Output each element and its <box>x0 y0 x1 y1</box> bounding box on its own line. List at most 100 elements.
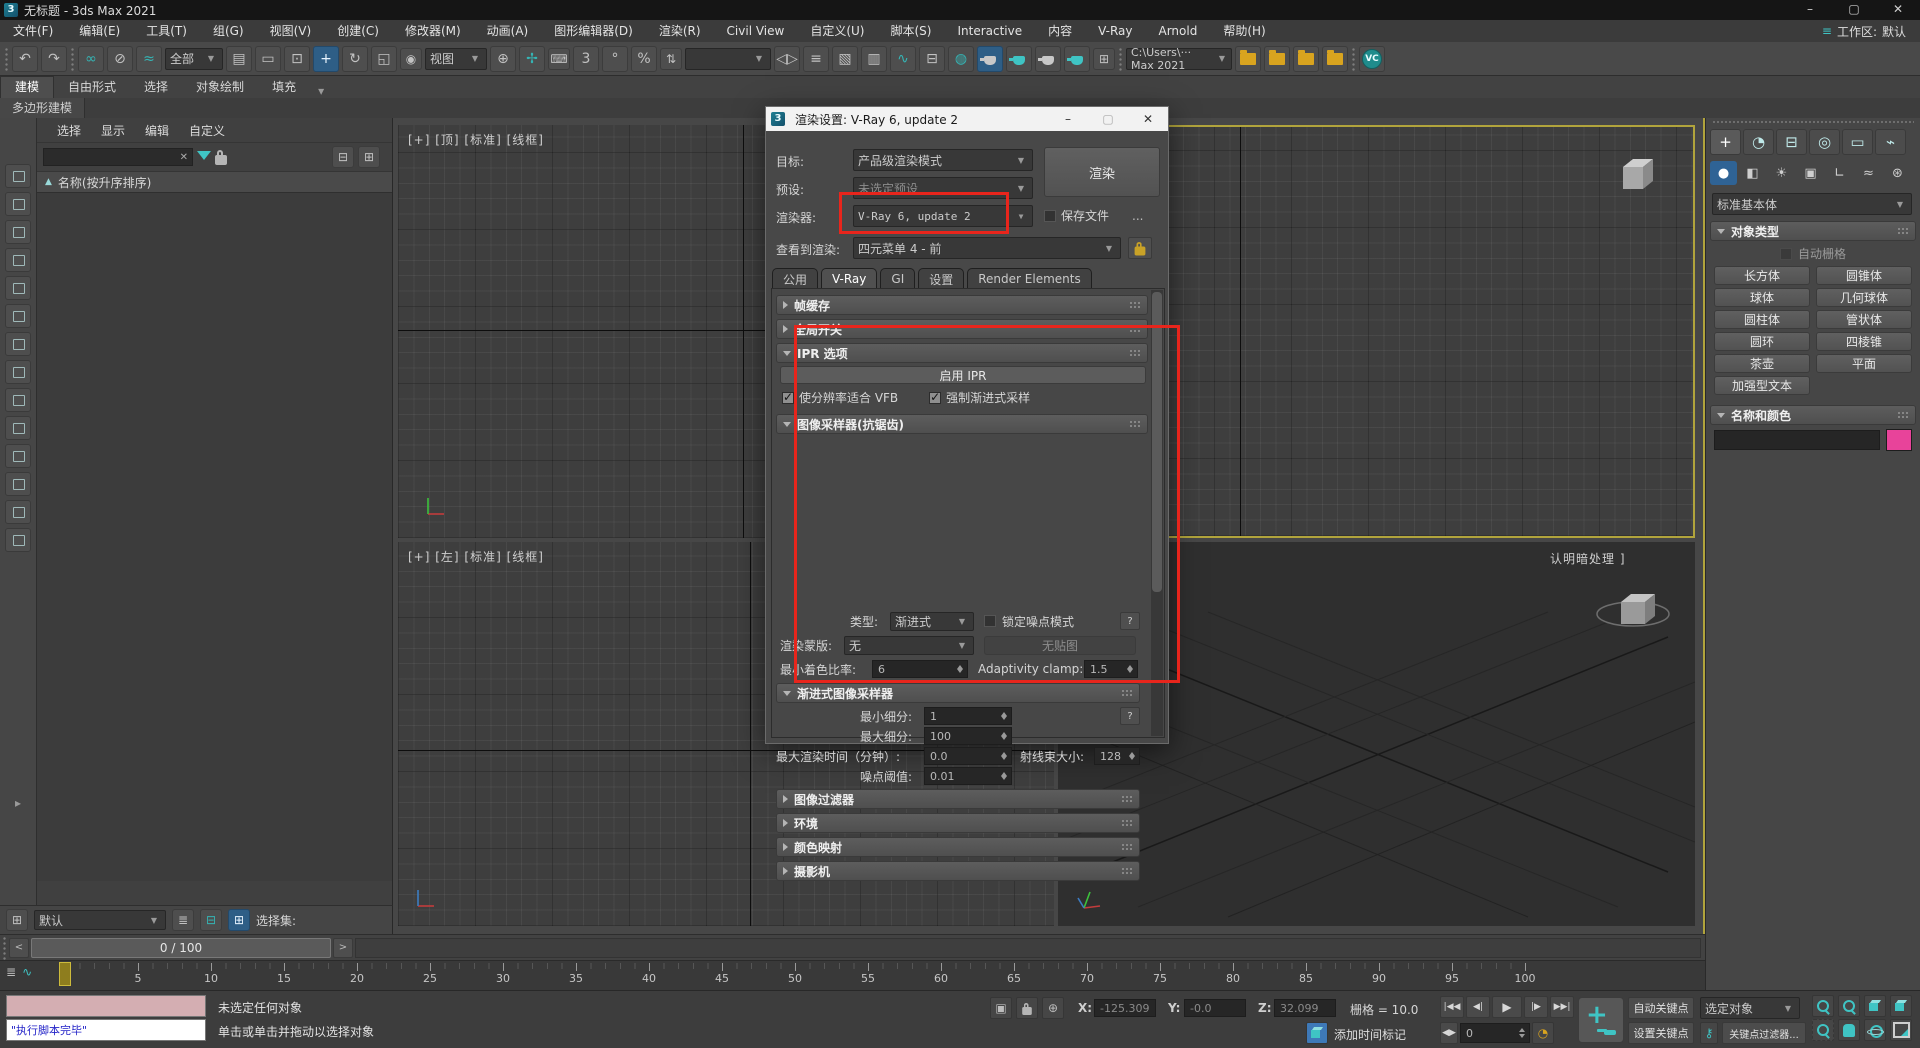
tab-vray[interactable]: V-Ray <box>821 268 877 290</box>
redo-icon[interactable]: ↷ <box>41 46 67 72</box>
previous-key-icon[interactable]: ◀| <box>1466 996 1490 1018</box>
force-progressive-checkbox[interactable] <box>929 392 941 404</box>
project-structure-icon[interactable] <box>1322 46 1348 72</box>
menu-item[interactable]: 视图(V) <box>257 20 325 42</box>
scene-explorer-search-input[interactable]: ✕ <box>43 148 193 166</box>
primitive-button[interactable]: 圆环 <box>1714 332 1810 351</box>
workspace-selector[interactable]: ≡ 工作区: 默认 <box>1822 23 1920 40</box>
select-by-name-icon[interactable]: ▤ <box>226 46 252 72</box>
auto-key-button[interactable]: 自动关键点 <box>1628 997 1694 1019</box>
menu-item[interactable]: 自定义(U) <box>797 20 877 42</box>
sidebar-tool-icon[interactable] <box>5 472 31 496</box>
save-file-checkbox[interactable] <box>1044 210 1056 222</box>
geometry-category-icon[interactable]: ● <box>1710 161 1737 185</box>
fit-resolution-vfb-checkbox[interactable] <box>782 392 794 404</box>
y-coordinate-field[interactable]: -0.0 <box>1184 999 1246 1017</box>
motion-tab-icon[interactable]: ◎ <box>1809 129 1840 155</box>
new-key-filter-icon[interactable]: ⚷ <box>1700 1022 1718 1044</box>
selection-lock-icon[interactable] <box>1016 997 1038 1019</box>
enable-ipr-button[interactable]: 启用 IPR <box>780 366 1146 384</box>
filter-funnel-icon[interactable] <box>197 151 211 160</box>
menu-item[interactable]: 编辑(E) <box>66 20 133 42</box>
scene-explorer-menu-item[interactable]: 显示 <box>93 122 133 139</box>
sidebar-tool-icon[interactable] <box>5 360 31 384</box>
lights-category-icon[interactable]: ☀ <box>1768 161 1795 185</box>
menu-item[interactable]: 动画(A) <box>474 20 542 42</box>
primitive-button[interactable]: 茶壶 <box>1714 354 1810 373</box>
select-and-move-icon[interactable]: + <box>313 46 339 72</box>
zoom-extents-icon[interactable] <box>1864 995 1886 1017</box>
min-subdivs-field[interactable]: 1 <box>924 707 1012 725</box>
explorer-column-header[interactable]: ▲ 名称(按升序排序) <box>37 171 392 193</box>
use-pivot-center-icon[interactable]: ⊕ <box>490 46 516 72</box>
maximize-viewport-toggle-icon[interactable] <box>1890 1019 1912 1041</box>
next-key-icon[interactable]: |▶ <box>1524 996 1548 1018</box>
next-frame-icon[interactable]: > <box>333 938 353 958</box>
placement-icon[interactable]: ◉ <box>400 48 422 70</box>
modify-tab-icon[interactable]: ◔ <box>1743 129 1774 155</box>
noise-threshold-field[interactable]: 0.01 <box>924 767 1012 785</box>
menu-item[interactable]: 图形编辑器(D) <box>541 20 646 42</box>
select-manipulate-icon[interactable]: ✢ <box>519 46 545 72</box>
set-key-button[interactable]: 设置关键点 <box>1628 1022 1694 1044</box>
tab-render-elements[interactable]: Render Elements <box>967 268 1091 290</box>
primitive-button[interactable]: 平面 <box>1816 354 1912 373</box>
dialog-minimize-icon[interactable]: – <box>1048 112 1088 126</box>
view-cube[interactable] <box>1609 149 1665 201</box>
render-setup-icon[interactable] <box>977 46 1003 72</box>
progressive-sampler-rollout[interactable]: 渐进式图像采样器 <box>776 683 1140 703</box>
menu-item[interactable]: 帮助(H) <box>1210 20 1278 42</box>
scene-explorer-toggle-icon[interactable]: ▥ <box>861 46 887 72</box>
autogrid-checkbox[interactable] <box>1780 248 1792 260</box>
scene-explorer-menu-item[interactable]: 自定义 <box>181 122 233 139</box>
tab-settings[interactable]: 设置 <box>918 268 964 290</box>
help-button[interactable]: ? <box>1120 707 1140 725</box>
current-frame-field[interactable]: 0 <box>1460 1023 1530 1043</box>
zoom-icon[interactable] <box>1812 995 1834 1017</box>
menu-item[interactable]: Arnold <box>1146 20 1211 42</box>
preset-dropdown-dialog[interactable]: 未选定预设▼ <box>853 177 1033 199</box>
go-to-start-icon[interactable]: |◀◀ <box>1440 996 1464 1018</box>
sidebar-tool-icon[interactable] <box>5 304 31 328</box>
mirror-icon[interactable]: ◁▷ <box>774 46 800 72</box>
minimize-button[interactable]: – <box>1788 0 1832 20</box>
dialog-title-bar[interactable]: 3 渲染设置: V-Ray 6, update 2 – ▢ ✕ <box>766 107 1168 131</box>
lock-noise-checkbox[interactable] <box>984 615 996 627</box>
environment-rollout[interactable]: 环境 <box>776 813 1140 833</box>
menu-item[interactable]: Civil View <box>714 20 798 42</box>
target-dropdown[interactable]: 产品级渲染模式▼ <box>853 149 1033 171</box>
add-time-tag[interactable]: 添加时间标记 <box>1334 1026 1406 1043</box>
object-name-field[interactable] <box>1714 430 1880 450</box>
cameras-category-icon[interactable]: ▣ <box>1797 161 1824 185</box>
sidebar-tool-icon[interactable] <box>5 220 31 244</box>
sidebar-tool-icon[interactable] <box>5 276 31 300</box>
global-switches-rollout[interactable]: 全局开关 <box>776 319 1148 339</box>
ribbon-tab-modeling[interactable]: 建模 <box>0 76 54 98</box>
adaptivity-clamp-field[interactable]: 1.5 <box>1084 660 1138 678</box>
dope-sheet-icon[interactable]: ∿ <box>22 965 32 979</box>
select-link-icon[interactable]: ∞ <box>78 46 104 72</box>
renderer-dropdown[interactable]: V-Ray 6, update 2▼ <box>853 205 1033 227</box>
sidebar-tool-icon[interactable] <box>5 388 31 412</box>
primitive-button[interactable]: 管状体 <box>1816 310 1912 329</box>
primitive-button[interactable]: 圆锥体 <box>1816 266 1912 285</box>
ribbon-tab-selection[interactable]: 选择 <box>130 77 182 98</box>
close-button[interactable]: ✕ <box>1876 0 1920 20</box>
dialog-close-icon[interactable]: ✕ <box>1128 112 1168 126</box>
sidebar-tool-icon[interactable] <box>5 164 31 188</box>
menu-item[interactable]: 工具(T) <box>133 20 200 42</box>
color-mapping-rollout[interactable]: 颜色映射 <box>776 837 1140 857</box>
play-icon[interactable]: ▶ <box>1492 996 1522 1018</box>
undo-icon[interactable]: ↶ <box>12 46 38 72</box>
primitive-button[interactable]: 球体 <box>1714 288 1810 307</box>
min-shading-field[interactable]: 6 <box>872 660 968 678</box>
slider-grip[interactable] <box>2 936 7 960</box>
render-production-icon[interactable] <box>1035 46 1061 72</box>
toolbar-grip[interactable] <box>4 47 9 71</box>
primitive-button[interactable]: 四棱锥 <box>1816 332 1912 351</box>
keyboard-shortcut-toggle-icon[interactable]: ⌨ <box>548 48 570 70</box>
ribbon-collapse-icon[interactable]: ▾ <box>310 84 332 98</box>
explorer-lock-icon[interactable] <box>215 155 227 165</box>
time-slider-handle[interactable]: 0 / 100 <box>31 938 331 958</box>
open-folder-icon[interactable] <box>1264 46 1290 72</box>
